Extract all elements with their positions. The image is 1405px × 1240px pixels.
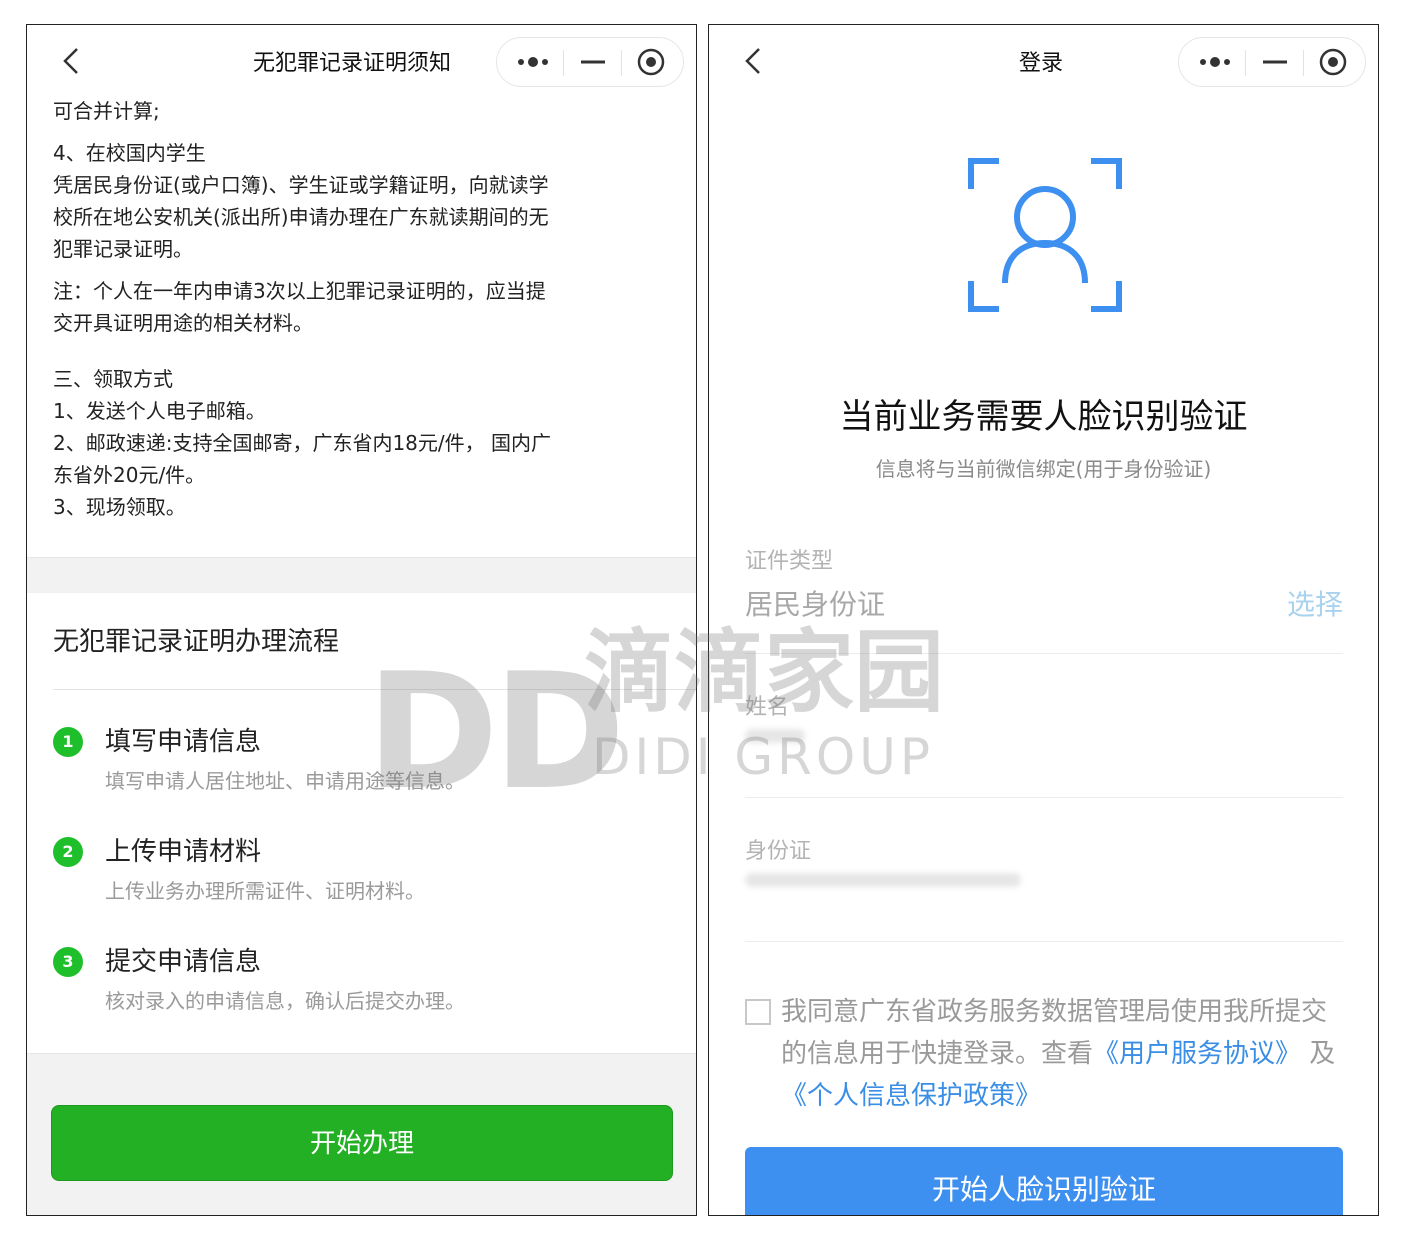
start-button[interactable]: 开始办理 <box>51 1105 673 1181</box>
navigation-bar: 登录 <box>709 25 1378 97</box>
target-icon[interactable] <box>1315 46 1351 78</box>
more-dots-icon[interactable] <box>1193 46 1243 78</box>
section-separator <box>27 557 696 593</box>
notice-line: 校所在地公安机关(派出所)申请办理在广东就读期间的无 <box>53 205 549 229</box>
back-chevron-icon[interactable] <box>57 41 89 81</box>
back-chevron-icon[interactable] <box>739 41 771 81</box>
step-description: 填写申请人居住地址、申请用途等信息。 <box>105 769 465 793</box>
step-title: 提交申请信息 <box>105 947 262 977</box>
notice-line: 三、领取方式 <box>53 367 173 391</box>
start-face-verify-button[interactable]: 开始人脸识别验证 <box>745 1147 1343 1215</box>
navigation-bar: 无犯罪记录证明须知 <box>27 25 696 97</box>
notice-line: 交开具证明用途的相关材料。 <box>53 311 313 335</box>
capsule-divider <box>563 50 564 76</box>
id-number-input-redacted[interactable] <box>745 873 1021 887</box>
id-type-select-link[interactable]: 选择 <box>1287 583 1343 623</box>
target-icon[interactable] <box>633 46 669 78</box>
divider <box>53 689 696 690</box>
notice-line: 犯罪记录证明。 <box>53 237 193 261</box>
notice-line: 2、邮政速递:支持全国邮寄，广东省内18元/件， 国内广 <box>53 431 552 455</box>
face-scan-icon <box>965 155 1125 315</box>
id-type-value: 居民身份证 <box>745 588 886 621</box>
more-dots-icon[interactable] <box>511 46 561 78</box>
divider <box>745 941 1343 942</box>
step-number-badge: 3 <box>53 947 83 977</box>
agreement-text: 我同意广东省政务服务数据管理局使用我所提交的信息用于快捷登录。查看《用户服务协议… <box>745 991 1343 1117</box>
flow-title: 无犯罪记录证明办理流程 <box>53 627 340 657</box>
agreement: 我同意广东省政务服务数据管理局使用我所提交的信息用于快捷登录。查看《用户服务协议… <box>745 991 1343 1117</box>
divider <box>745 797 1343 798</box>
name-input-redacted[interactable] <box>745 729 805 743</box>
divider <box>745 653 1343 654</box>
notice-text: 可合并计算; 4、在校国内学生 凭居民身份证(或户口簿)、学生证或学籍证明，向就… <box>53 95 663 523</box>
step-title: 上传申请材料 <box>105 837 262 867</box>
page-title: 登录 <box>1019 51 1064 76</box>
face-verify-subheading: 信息将与当前微信绑定(用于身份验证) <box>875 457 1212 481</box>
notice-line: 可合并计算; <box>53 99 160 123</box>
notice-line: 凭居民身份证(或户口簿)、学生证或学籍证明，向就读学 <box>53 173 549 197</box>
face-verify-heading: 当前业务需要人脸识别验证 <box>839 397 1248 437</box>
step-number-badge: 1 <box>53 727 83 757</box>
login-screen: 登录 当前业务需要人脸识别验证 信息将与当前微信绑定(用于身份验证) 证件类型 … <box>708 24 1379 1216</box>
step-description: 上传业务办理所需证件、证明材料。 <box>105 879 425 903</box>
user-agreement-link[interactable]: 《用户服务协议》 <box>1093 1039 1301 1069</box>
step-description: 核对录入的申请信息，确认后提交办理。 <box>105 989 465 1013</box>
step-title: 填写申请信息 <box>105 727 262 757</box>
minimize-icon[interactable] <box>575 46 611 78</box>
agree-checkbox[interactable] <box>745 999 771 1025</box>
capsule-divider <box>1303 50 1304 76</box>
privacy-policy-link[interactable]: 《个人信息保护政策》 <box>781 1081 1041 1111</box>
field-label: 身份证 <box>745 839 812 864</box>
capsule-divider <box>1245 50 1246 76</box>
agreement-and: 及 <box>1309 1039 1336 1069</box>
minimize-icon[interactable] <box>1257 46 1293 78</box>
mini-program-capsule <box>496 37 684 87</box>
page-title: 无犯罪记录证明须知 <box>253 51 452 76</box>
notice-line: 1、发送个人电子邮箱。 <box>53 399 266 423</box>
field-label: 姓名 <box>745 695 790 720</box>
notice-line: 东省外20元/件。 <box>53 463 206 487</box>
notice-screen: 无犯罪记录证明须知 可合并计算; 4、在校国内学生 凭居民身份证(或户口簿)、学… <box>26 24 697 1216</box>
step-number-badge: 2 <box>53 837 83 867</box>
field-label: 证件类型 <box>745 549 834 574</box>
notice-line: 4、在校国内学生 <box>53 141 206 165</box>
mini-program-capsule <box>1178 37 1366 87</box>
notice-line: 注：个人在一年内申请3次以上犯罪记录证明的，应当提 <box>53 279 546 303</box>
capsule-divider <box>621 50 622 76</box>
notice-line: 3、现场领取。 <box>53 495 186 519</box>
